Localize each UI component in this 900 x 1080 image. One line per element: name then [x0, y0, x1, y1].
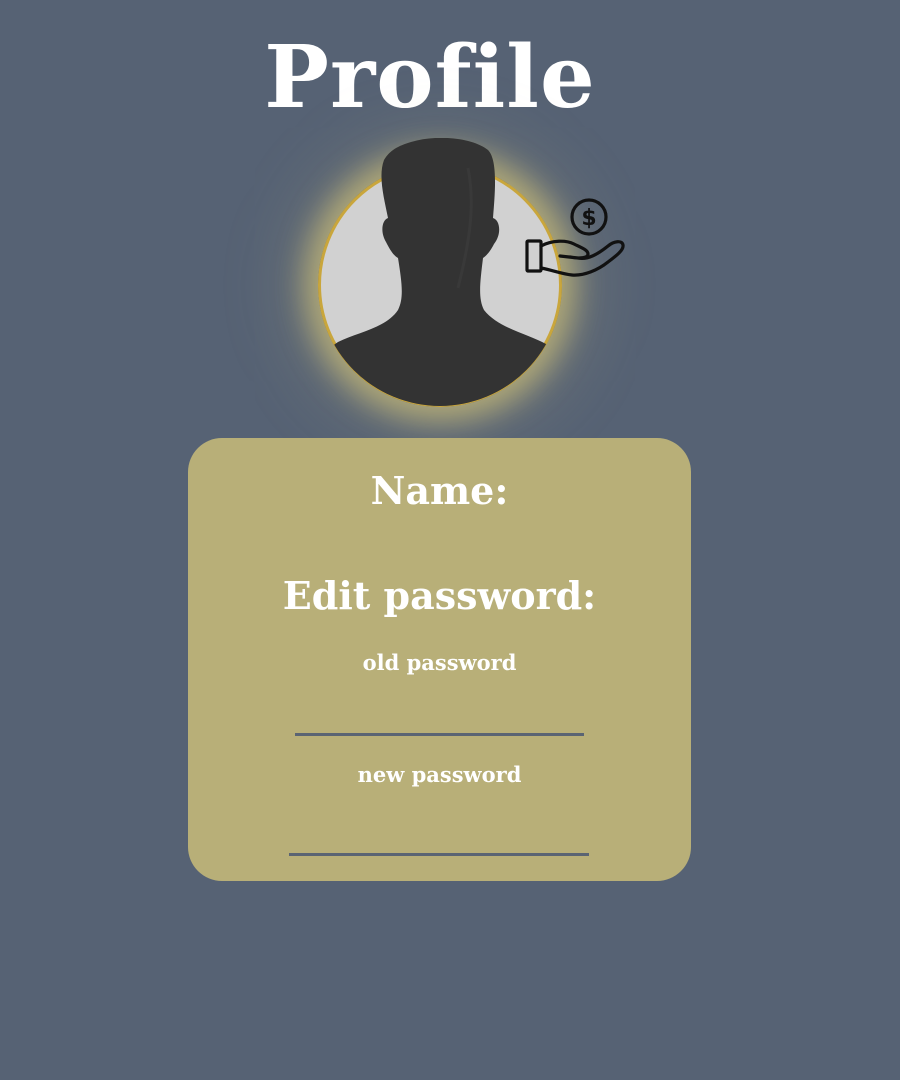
profile-card: Name: Edit password: old password new pa… — [188, 438, 691, 881]
edit-password-heading: Edit password: — [282, 573, 597, 618]
name-label: Name: — [370, 468, 509, 513]
new-password-input[interactable] — [289, 818, 589, 856]
dollar-symbol: $ — [581, 206, 596, 231]
old-password-label: old password — [362, 650, 517, 675]
hand-holding-dollar-icon: $ — [525, 198, 625, 277]
new-password-label: new password — [357, 762, 522, 787]
page-title: Profile — [264, 27, 596, 128]
old-password-input[interactable] — [295, 698, 584, 736]
